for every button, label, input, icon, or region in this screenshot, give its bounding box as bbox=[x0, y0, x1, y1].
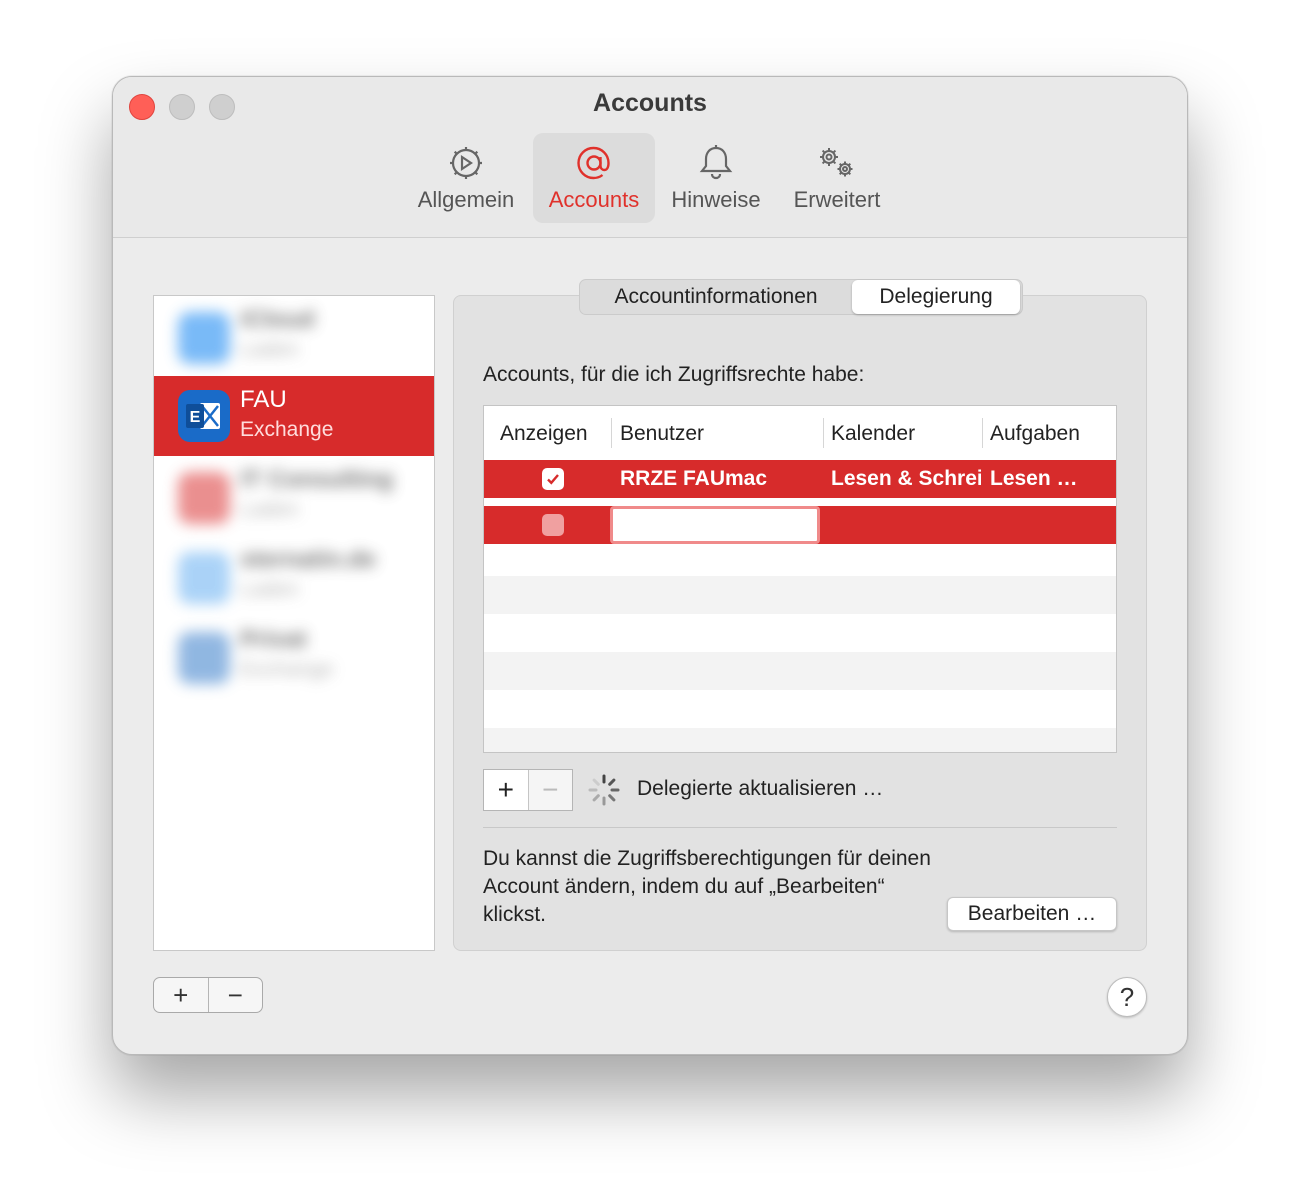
table-row bbox=[484, 576, 1116, 614]
toolbar-label: Hinweise bbox=[671, 187, 761, 212]
add-account-button[interactable]: + bbox=[154, 978, 209, 1012]
account-name: sternatin.de bbox=[240, 546, 377, 573]
table-row bbox=[484, 652, 1116, 690]
toolbar-allgemein[interactable]: Allgemein bbox=[409, 133, 523, 223]
account-item-privat[interactable]: Privat Exchange bbox=[154, 616, 434, 696]
tab-delegierung[interactable]: Delegierung bbox=[852, 280, 1020, 314]
account-icon bbox=[178, 632, 230, 684]
toolbar-label: Accounts bbox=[548, 187, 640, 212]
toolbar-erweitert[interactable]: Erweitert bbox=[785, 133, 889, 223]
toolbar-label: Erweitert bbox=[793, 187, 881, 212]
cell-calendar: Lesen & Schreiben bbox=[831, 467, 981, 490]
account-icon bbox=[178, 472, 230, 524]
help-button[interactable]: ? bbox=[1107, 977, 1147, 1017]
account-item-sternatin[interactable]: sternatin.de Laden bbox=[154, 536, 434, 616]
general-icon bbox=[450, 147, 482, 179]
table-row[interactable] bbox=[484, 506, 1116, 544]
table-row[interactable]: RRZE FAUmac Lesen & Schreiben Lesen & Sc… bbox=[484, 460, 1116, 498]
account-type: Laden bbox=[240, 498, 299, 521]
preferences-window: Accounts Allgemein Accounts Hinweise Erw… bbox=[112, 76, 1188, 1055]
column-anzeigen[interactable]: Anzeigen bbox=[500, 422, 588, 446]
checkmark-icon bbox=[547, 474, 559, 485]
status-text: Delegierte aktualisieren … bbox=[637, 777, 884, 800]
table-row bbox=[484, 728, 1116, 752]
account-type: Exchange bbox=[240, 658, 334, 681]
account-name: iCloud bbox=[240, 306, 315, 333]
remove-delegate-button[interactable]: − bbox=[529, 770, 573, 810]
column-aufgaben[interactable]: Aufgaben bbox=[990, 422, 1080, 446]
add-delegate-button[interactable]: + bbox=[484, 770, 529, 810]
toolbar-label: Allgemein bbox=[417, 187, 515, 212]
account-type: Laden bbox=[240, 338, 299, 361]
toolbar-hinweise[interactable]: Hinweise bbox=[663, 133, 769, 223]
tab-control: Accountinformationen Delegierung bbox=[579, 279, 1023, 315]
account-list-buttons: + − bbox=[153, 977, 263, 1013]
account-type: Exchange bbox=[240, 418, 334, 441]
edit-button[interactable]: Bearbeiten … bbox=[947, 897, 1117, 931]
exchange-icon: E bbox=[178, 390, 230, 442]
tab-accountinformationen[interactable]: Accountinformationen bbox=[580, 280, 852, 314]
account-icon bbox=[178, 552, 230, 604]
user-edit-field[interactable] bbox=[610, 506, 820, 544]
column-kalender[interactable]: Kalender bbox=[831, 422, 915, 446]
gears-icon bbox=[820, 148, 853, 177]
account-type: Laden bbox=[240, 578, 299, 601]
account-name: IT Consulting bbox=[240, 466, 394, 493]
at-sign-icon bbox=[577, 146, 610, 180]
table-header: Anzeigen Benutzer Kalender Aufgaben bbox=[484, 406, 1116, 458]
column-benutzer[interactable]: Benutzer bbox=[620, 422, 704, 446]
titlebar: Accounts Allgemein Accounts Hinweise Erw… bbox=[113, 77, 1187, 238]
delegate-buttons: + − bbox=[483, 769, 573, 811]
show-checkbox[interactable] bbox=[542, 514, 564, 536]
account-item-consulting[interactable]: IT Consulting Laden bbox=[154, 456, 434, 536]
window-title: Accounts bbox=[593, 89, 707, 117]
info-text: Du kannst die Zugriffsberechtigungen für… bbox=[483, 847, 931, 926]
cell-tasks: Lesen & Schreiben bbox=[990, 467, 1092, 490]
account-name: FAU bbox=[240, 386, 287, 413]
show-checkbox[interactable] bbox=[542, 468, 564, 490]
account-name: Privat bbox=[240, 626, 307, 653]
section-label: Accounts, für die ich Zugriffsrechte hab… bbox=[483, 363, 865, 386]
icloud-icon bbox=[178, 312, 230, 364]
bell-icon bbox=[699, 145, 733, 180]
delegates-table[interactable]: Anzeigen Benutzer Kalender Aufgaben RRZE… bbox=[483, 405, 1117, 753]
remove-account-button[interactable]: − bbox=[209, 978, 263, 1012]
divider bbox=[483, 827, 1117, 828]
toolbar-accounts[interactable]: Accounts bbox=[533, 133, 655, 223]
accounts-list[interactable]: iCloud Laden E FAU Exchange IT Consultin… bbox=[153, 295, 435, 951]
cell-user: RRZE FAUmac bbox=[620, 467, 768, 490]
svg-text:E: E bbox=[190, 409, 201, 426]
account-item-fau[interactable]: E FAU Exchange bbox=[154, 376, 434, 456]
account-item-icloud[interactable]: iCloud Laden bbox=[154, 296, 434, 376]
spinner-icon bbox=[588, 774, 620, 806]
